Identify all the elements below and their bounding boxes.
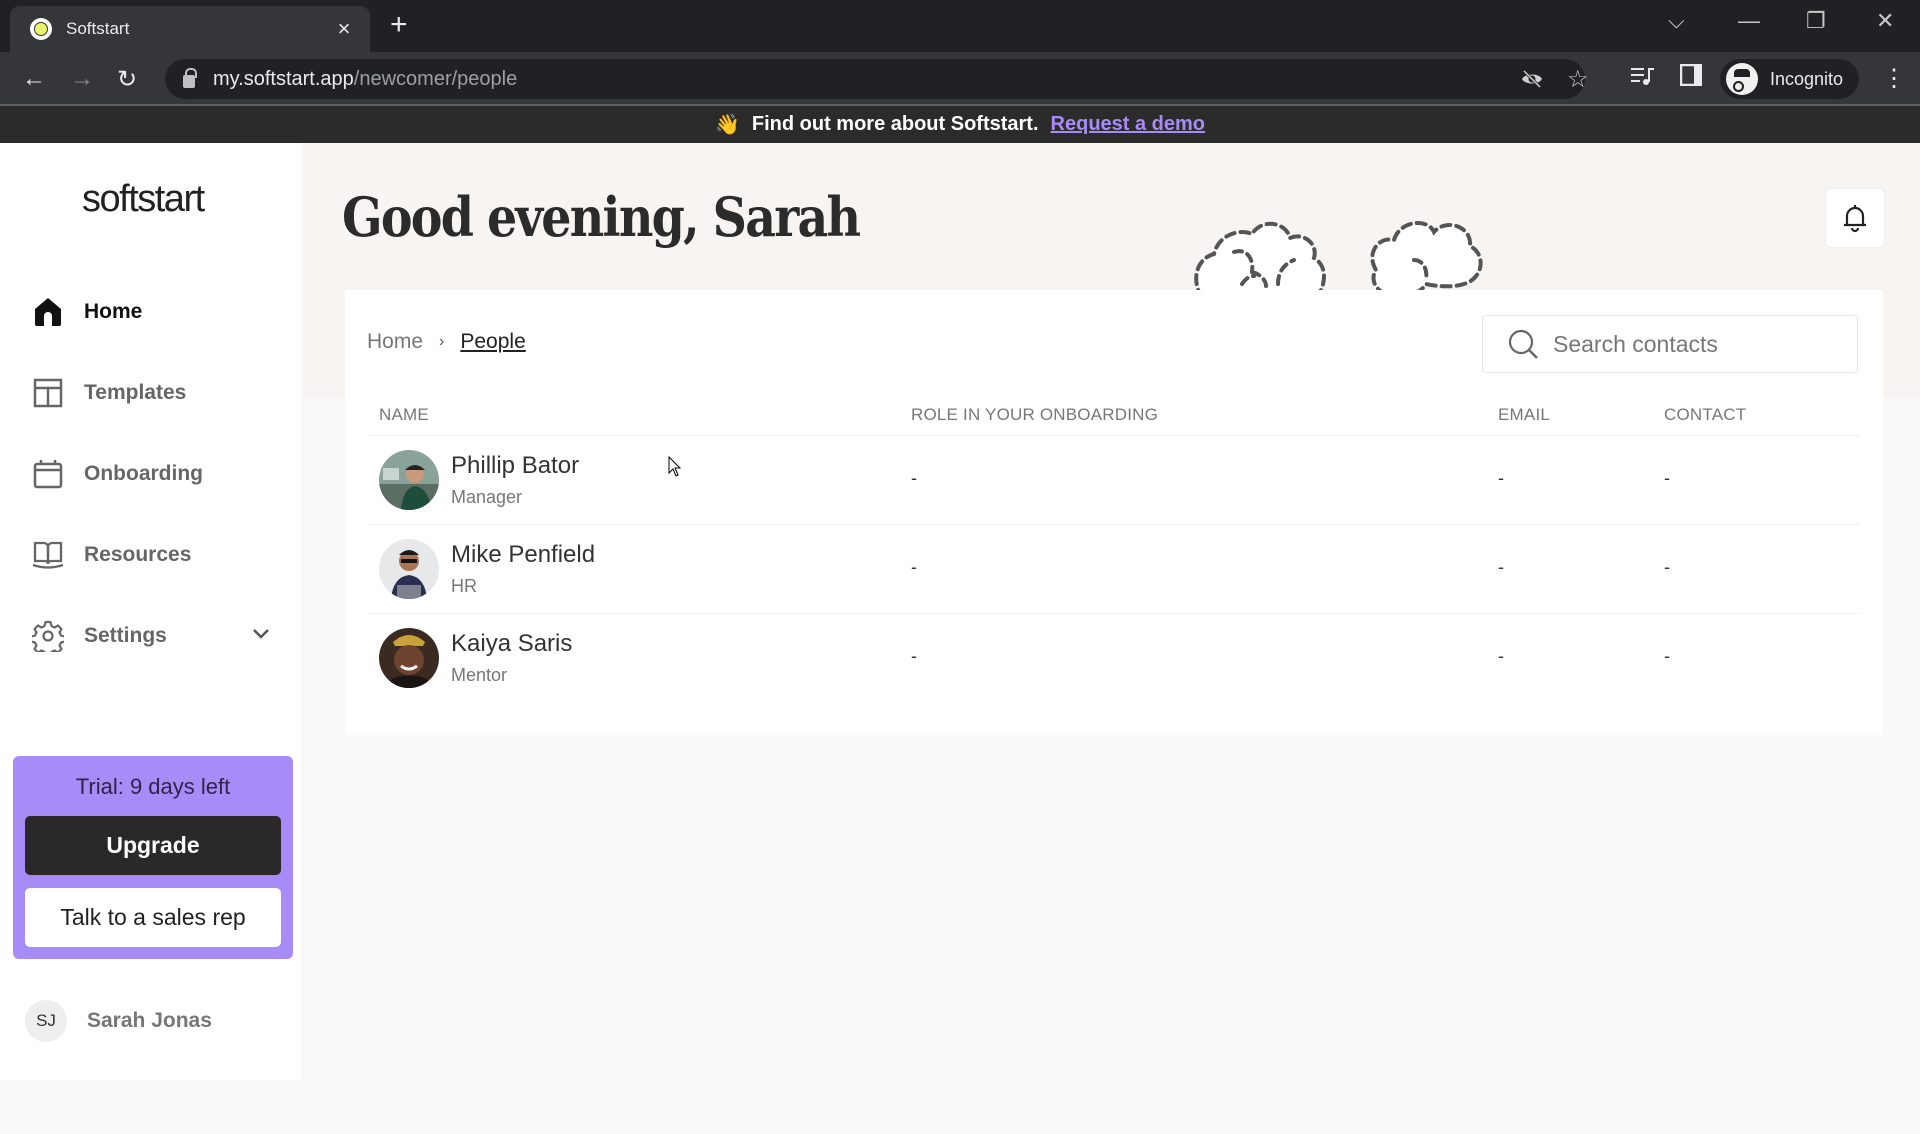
browser-menu-icon[interactable]: ⋮	[1882, 64, 1906, 93]
new-tab-icon[interactable]: +	[390, 10, 408, 40]
logo[interactable]: softstart	[82, 178, 205, 221]
url-path: /newcomer/people	[353, 67, 518, 90]
media-control-icon[interactable]	[1630, 64, 1656, 94]
contact-cell: -	[1664, 646, 1670, 666]
email-cell: -	[1498, 557, 1504, 577]
sidebar-item-resources[interactable]: Resources	[32, 535, 272, 575]
sidebar-item-label: Settings	[84, 624, 167, 647]
avatar: SJ	[25, 1000, 67, 1042]
sidebar-item-label: Templates	[84, 381, 187, 404]
onboarding-role-cell: -	[911, 646, 917, 666]
bookmark-star-icon[interactable]: ☆	[1567, 65, 1589, 94]
breadcrumb-separator-icon: ›	[439, 333, 445, 350]
sidebar-item-templates[interactable]: Templates	[32, 373, 272, 413]
close-window-icon[interactable]: ✕	[1876, 8, 1894, 34]
tab-search-icon[interactable]: ⌵	[1668, 8, 1685, 34]
clouds-illustration	[1194, 220, 1483, 298]
search-input[interactable]	[1553, 330, 1853, 358]
minimize-icon[interactable]: —	[1738, 8, 1760, 34]
home-icon	[32, 296, 64, 328]
email-cell: -	[1498, 646, 1504, 666]
mouse-cursor-icon	[668, 456, 682, 477]
avatar	[379, 628, 439, 688]
chevron-down-icon[interactable]	[250, 622, 272, 649]
banner-text: Find out more about Softstart.	[751, 113, 1039, 135]
tab-title: Softstart	[66, 19, 130, 38]
table-row[interactable]: Mike Penfield HR - - -	[345, 525, 1883, 613]
calendar-icon	[32, 458, 64, 490]
table-header: NAME ROLE IN YOUR ONBOARDING EMAIL CONTA…	[345, 390, 1883, 435]
person-role: HR	[451, 576, 477, 596]
onboarding-role-cell: -	[911, 468, 917, 488]
url-input[interactable]: my.softstart.app/newcomer/people ☆	[165, 59, 1589, 99]
sidebar-item-label: Home	[84, 300, 143, 323]
user-profile[interactable]: SJ Sarah Jonas	[25, 1000, 212, 1042]
avatar	[379, 450, 439, 510]
table-row[interactable]: Phillip Bator Manager - - -	[345, 436, 1883, 524]
favicon-icon	[30, 18, 52, 40]
close-tab-icon[interactable]: ×	[330, 16, 358, 42]
column-header-name[interactable]: NAME	[379, 405, 429, 425]
sidebar-item-settings[interactable]: Settings	[32, 616, 272, 656]
page-title: Good evening, Sarah	[342, 185, 861, 249]
templates-icon	[32, 377, 64, 409]
avatar	[379, 539, 439, 599]
sidebar-item-label: Resources	[84, 543, 192, 566]
back-icon[interactable]: ←	[22, 65, 46, 93]
email-cell: -	[1498, 468, 1504, 488]
main-content: Good evening, Sarah Home › People Search…	[304, 143, 1920, 1080]
onboarding-role-cell: -	[911, 557, 917, 577]
sidebar-item-home[interactable]: Home	[32, 292, 272, 332]
browser-tab-bar: Softstart × + ⌵ — ❐ ✕	[0, 0, 1920, 52]
restore-icon[interactable]: ❐	[1806, 8, 1826, 34]
trial-status: Trial: 9 days left	[75, 774, 231, 799]
breadcrumb-people[interactable]: People	[460, 330, 525, 354]
person-name: Phillip Bator	[451, 452, 580, 479]
column-header-email[interactable]: EMAIL	[1498, 405, 1550, 425]
breadcrumb: Home › People	[367, 330, 526, 354]
trial-panel: Trial: 9 days left Upgrade Talk to a sal…	[13, 756, 293, 959]
talk-to-sales-button[interactable]: Talk to a sales rep	[25, 888, 281, 947]
sidebar-item-label: Onboarding	[84, 462, 203, 485]
breadcrumb-home[interactable]: Home	[367, 330, 423, 354]
person-role: Manager	[451, 487, 523, 507]
person-name: Mike Penfield	[451, 541, 596, 568]
book-icon	[32, 539, 64, 571]
sidebar-item-onboarding[interactable]: Onboarding	[32, 454, 272, 494]
table-row[interactable]: Kaiya Saris Mentor - - -	[345, 614, 1883, 702]
user-name: Sarah Jonas	[87, 1009, 212, 1032]
bell-icon	[1844, 205, 1866, 233]
contact-cell: -	[1664, 557, 1670, 577]
incognito-profile-button[interactable]: Incognito	[1720, 59, 1860, 99]
search-contacts[interactable]	[1482, 315, 1858, 373]
waving-hand-icon: 👋	[714, 114, 740, 136]
column-header-role[interactable]: ROLE IN YOUR ONBOARDING	[911, 405, 1158, 425]
gear-icon	[32, 620, 64, 652]
upgrade-button[interactable]: Upgrade	[25, 816, 281, 875]
person-role: Mentor	[451, 665, 508, 685]
column-header-contact[interactable]: CONTACT	[1664, 405, 1746, 425]
sidebar: softstart Home Templates Onboarding Reso…	[0, 143, 303, 1080]
people-card: Home › People NAME ROLE IN YOUR ONBOARDI…	[345, 290, 1883, 735]
incognito-icon	[1726, 63, 1758, 95]
reload-icon[interactable]: ↻	[117, 65, 137, 94]
search-icon	[1508, 329, 1538, 359]
side-panel-icon[interactable]	[1679, 63, 1703, 92]
incognito-label: Incognito	[1770, 68, 1844, 89]
notifications-button[interactable]	[1825, 188, 1885, 248]
browser-tab[interactable]: Softstart ×	[10, 6, 370, 52]
url-host: my.softstart.app	[213, 67, 354, 90]
announcement-banner: 👋 Find out more about Softstart. Request…	[0, 106, 1920, 143]
tracking-protection-icon[interactable]	[1520, 67, 1544, 97]
lock-icon	[183, 68, 197, 88]
person-name: Kaiya Saris	[451, 630, 573, 657]
address-bar: ← → ↻ my.softstart.app/newcomer/people ☆…	[0, 52, 1920, 106]
request-demo-link[interactable]: Request a demo	[1051, 113, 1205, 136]
contact-cell: -	[1664, 468, 1670, 488]
forward-icon[interactable]: →	[70, 65, 94, 93]
